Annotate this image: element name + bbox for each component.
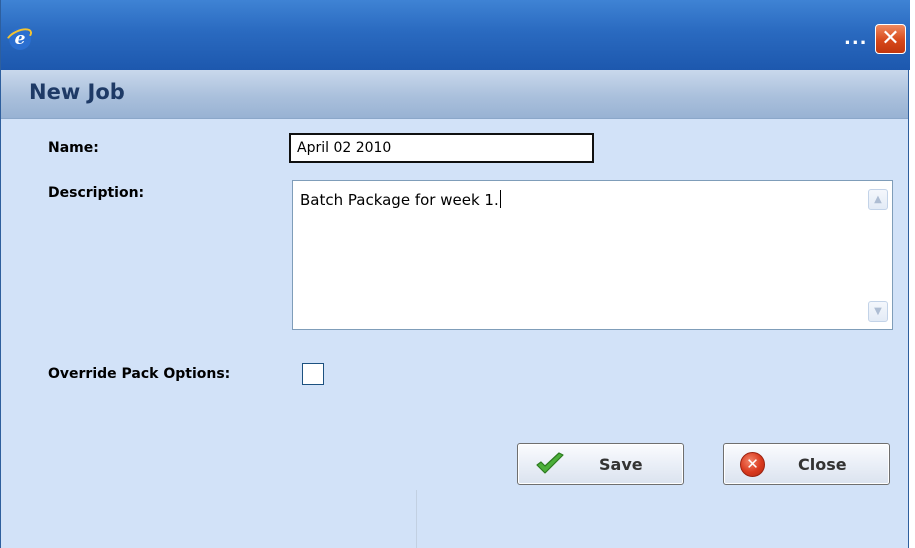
name-input[interactable]: April 02 2010 — [289, 133, 594, 163]
close-button-label: Close — [798, 455, 847, 474]
internet-explorer-icon: e — [9, 28, 31, 50]
description-text: Batch Package for week 1. — [300, 190, 501, 209]
description-label: Description: — [48, 185, 145, 201]
scroll-up-icon[interactable]: ▲ — [868, 189, 888, 210]
more-options-button[interactable]: ... — [844, 28, 868, 50]
text-caret — [499, 190, 501, 208]
description-textarea[interactable]: Batch Package for week 1. ▲ ▼ — [292, 180, 893, 330]
close-icon: ✕ — [740, 452, 765, 477]
name-label: Name: — [48, 140, 99, 156]
divider — [416, 490, 417, 548]
page-title: New Job — [29, 80, 125, 104]
panel-header — [1, 70, 908, 119]
save-button-label: Save — [599, 455, 643, 474]
title-bar: e ... ✕ — [1, 0, 910, 70]
override-pack-options-checkbox[interactable] — [302, 363, 324, 385]
checkmark-icon — [536, 452, 564, 474]
dialog-window: e ... ✕ New Job Name: April 02 2010 Desc… — [0, 0, 910, 548]
scroll-down-icon[interactable]: ▼ — [868, 301, 888, 322]
window-close-button[interactable]: ✕ — [875, 24, 906, 54]
close-button[interactable]: ✕ Close — [723, 443, 890, 485]
save-button[interactable]: Save — [517, 443, 684, 485]
override-pack-options-label: Override Pack Options: — [48, 366, 231, 382]
description-scrollbar[interactable]: ▲ ▼ — [863, 181, 892, 329]
